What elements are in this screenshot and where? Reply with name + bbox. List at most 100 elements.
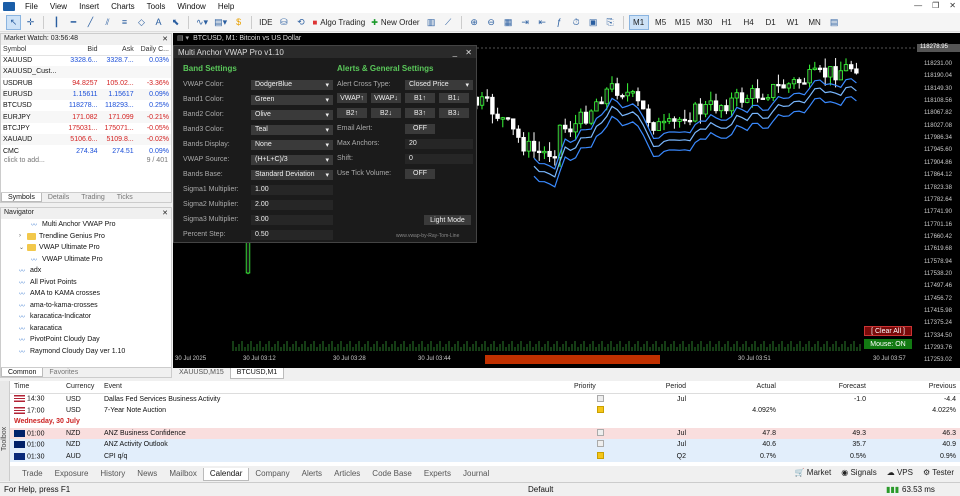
col-previous[interactable]: Previous: [870, 381, 960, 394]
chevron-icon[interactable]: ›: [19, 233, 27, 239]
setting-select[interactable]: Green ▾: [251, 94, 333, 105]
tick-volume-toggle[interactable]: OFF: [405, 168, 435, 179]
mouse-toggle-button[interactable]: Mouse: ON: [864, 339, 912, 349]
signals-link[interactable]: ◉ Signals: [841, 468, 876, 479]
toolbox-tab[interactable]: Experts: [418, 468, 457, 481]
channel-icon[interactable]: ⫽: [100, 15, 115, 30]
menu-window[interactable]: Window: [171, 2, 211, 11]
toolbox-tab[interactable]: News: [131, 468, 163, 481]
setting-input[interactable]: 2.00: [251, 199, 333, 210]
toolbox-tab[interactable]: Journal: [457, 468, 495, 481]
timeframe-m5[interactable]: M5: [651, 15, 671, 30]
scroll-icon[interactable]: ⇥: [518, 15, 533, 30]
dialog-title-bar[interactable]: Multi Anchor VWAP Pro v1.10 _ ✕: [174, 46, 476, 58]
timeframe-m15[interactable]: M15: [673, 15, 693, 30]
history-icon[interactable]: ⟲: [293, 15, 308, 30]
tester-link[interactable]: ⚙ Tester: [923, 468, 954, 479]
market-watch-row[interactable]: USDRUB 94.8257 105.02... -3.36%: [1, 78, 171, 89]
setting-select[interactable]: Olive ▾: [251, 109, 333, 120]
alert-toggle-button[interactable]: B1↑: [405, 93, 435, 103]
close-icon[interactable]: ✕: [162, 209, 168, 218]
toolbox-tab[interactable]: Company: [249, 468, 295, 481]
timeframe-mn[interactable]: MN: [805, 15, 825, 30]
menu-charts[interactable]: Charts: [105, 2, 141, 11]
indicators-icon[interactable]: ƒ: [552, 15, 567, 30]
col-bid[interactable]: Bid: [63, 45, 100, 56]
toolbox-sidebar[interactable]: Toolbox: [0, 381, 10, 481]
timeframe-d1[interactable]: D1: [761, 15, 781, 30]
navigator-item[interactable]: 〰 Multi Anchor VWAP Pro: [1, 219, 171, 231]
autoscroll-icon[interactable]: ⇤: [535, 15, 550, 30]
tab-details[interactable]: Details: [42, 193, 75, 202]
close-icon[interactable]: ✕: [465, 48, 472, 57]
market-watch-row[interactable]: EURUSD 1.15611 1.15617 0.09%: [1, 88, 171, 101]
zoom-in-icon[interactable]: ⊕: [467, 15, 482, 30]
market-watch-row[interactable]: XAUAUD 5106.6... 5109.8... -0.02%: [1, 134, 171, 146]
menu-file[interactable]: File: [19, 2, 44, 11]
restore-icon[interactable]: ❐: [932, 1, 939, 10]
close-icon[interactable]: ✕: [949, 1, 956, 10]
timeframe-h4[interactable]: H4: [739, 15, 759, 30]
horizontal-line-icon[interactable]: ━: [66, 15, 81, 30]
navigator-item[interactable]: 〰 karacatica-Indicator: [1, 311, 171, 323]
navigator-item[interactable]: 〰 karacatica: [1, 323, 171, 335]
tab-favorites[interactable]: Favorites: [43, 368, 84, 377]
market-watch-row[interactable]: EURJPY 171.082 171.099 -0.21%: [1, 111, 171, 123]
toolbox-tab[interactable]: Articles: [328, 468, 366, 481]
email-alert-toggle[interactable]: OFF: [405, 123, 435, 134]
cursor-icon[interactable]: ↖: [6, 14, 21, 30]
tab-ticks[interactable]: Ticks: [111, 193, 139, 202]
periods-icon[interactable]: ⏱: [569, 15, 584, 30]
col-forecast[interactable]: Forecast: [780, 381, 870, 394]
templates-icon[interactable]: ▤▾: [212, 15, 229, 30]
navigator-item[interactable]: 〰 VWAP Ultimate Pro: [1, 254, 171, 266]
setting-input[interactable]: 0.50: [251, 229, 333, 240]
text-icon[interactable]: A: [151, 15, 166, 30]
alert-toggle-button[interactable]: VWAP↓: [371, 93, 401, 103]
screenshot-icon[interactable]: ⎘: [603, 15, 618, 30]
navigator-item[interactable]: ⌄ VWAP Ultimate Pro: [1, 242, 171, 254]
calendar-row[interactable]: 14:30 USD Dallas Fed Services Business Act…: [10, 393, 960, 405]
new-order-button[interactable]: ✚ New Order: [369, 15, 421, 30]
close-icon[interactable]: ✕: [162, 35, 168, 44]
toolbox-tab[interactable]: Alerts: [296, 468, 328, 481]
col-event[interactable]: Event: [100, 381, 570, 394]
col-time[interactable]: Time: [10, 381, 62, 394]
calendar-row[interactable]: 01:00 NZD ANZ Activity Outlook Jul 40.6 35.7 4…: [10, 439, 960, 451]
zoom-out-icon[interactable]: ⊖: [484, 15, 499, 30]
col-ask[interactable]: Ask: [99, 45, 136, 56]
toolbox-tab[interactable]: History: [94, 468, 131, 481]
market-watch-row[interactable]: BTCJPY 175031... 175071... -0.05%: [1, 123, 171, 134]
setting-select[interactable]: (H+L+C)/3 ▾: [251, 154, 333, 165]
timeframe-w1[interactable]: W1: [783, 15, 803, 30]
col-actual[interactable]: Actual: [690, 381, 780, 394]
tab-trading[interactable]: Trading: [75, 193, 110, 202]
calendar-row[interactable]: 17:00 USD 7-Year Note Auction 4.092% 4.022%: [10, 405, 960, 417]
toolbox-tab[interactable]: Exposure: [49, 468, 95, 481]
chart-type-icon[interactable]: ∿▾: [194, 15, 210, 30]
market-watch-row[interactable]: CMC 274.34 274.51 0.09%: [1, 145, 171, 156]
setting-input[interactable]: 1.00: [251, 184, 333, 195]
trend-up-icon[interactable]: ⟋: [441, 15, 456, 30]
ide-button[interactable]: IDE: [257, 15, 274, 30]
light-mode-button[interactable]: Light Mode: [424, 215, 471, 225]
col-symbol[interactable]: Symbol: [1, 45, 64, 56]
fibonacci-icon[interactable]: ≡: [117, 15, 132, 30]
menu-help[interactable]: Help: [212, 2, 240, 11]
market-watch-row[interactable]: BTCUSD 118278... 118293... 0.25%: [1, 100, 171, 111]
col-currency[interactable]: Currency: [62, 381, 100, 394]
navigator-item[interactable]: 〰 AMA to KAMA crosses: [1, 288, 171, 300]
navigator-item[interactable]: › Trendline Genius Pro: [1, 231, 171, 243]
chart-tab-xauusd[interactable]: XAUUSD,M15: [173, 368, 230, 379]
alert-cross-select[interactable]: Closed Price ▾: [405, 79, 473, 90]
depth-icon[interactable]: ▥: [424, 15, 439, 30]
toolbox-tab[interactable]: Calendar: [202, 467, 250, 481]
menu-view[interactable]: View: [44, 2, 73, 11]
calendar-row[interactable]: Wednesday, 30 July: [10, 416, 960, 428]
setting-select[interactable]: Standard Deviation ▾: [251, 169, 333, 180]
timeframe-m30[interactable]: M30: [695, 15, 715, 30]
shapes-icon[interactable]: ◇: [134, 15, 149, 30]
col-priority[interactable]: Priority: [570, 381, 630, 394]
market-icon[interactable]: $: [231, 15, 246, 30]
col-daily-change[interactable]: Daily C...: [135, 45, 171, 56]
